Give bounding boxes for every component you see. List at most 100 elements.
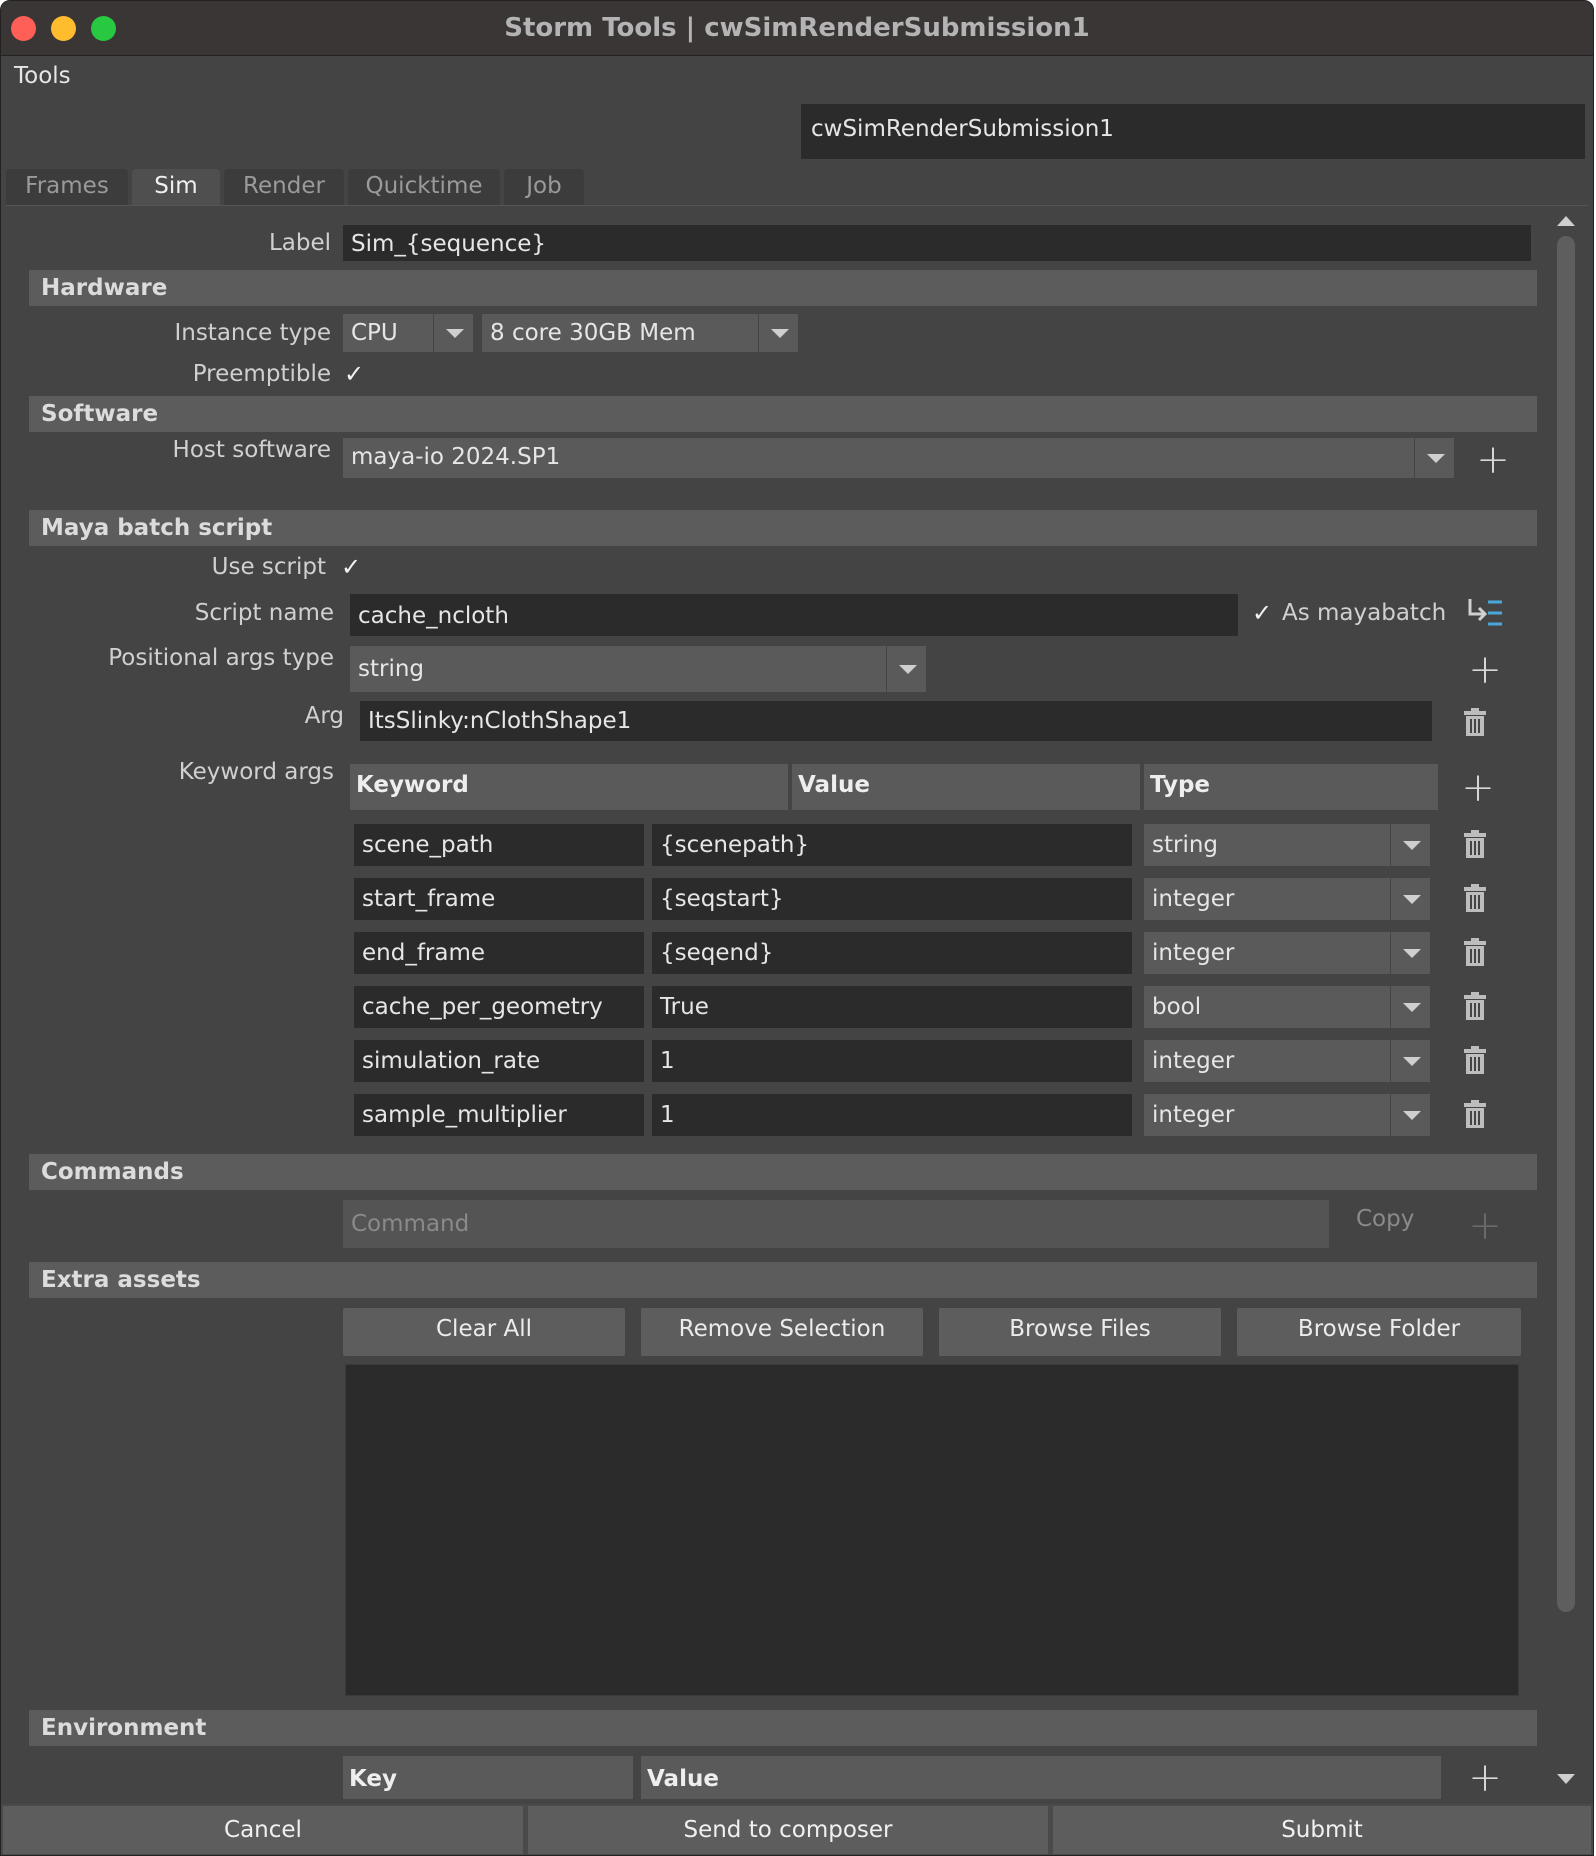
tab-quicktime[interactable]: Quicktime — [348, 169, 500, 205]
chevron-down-icon — [1390, 824, 1430, 866]
footer-bar: Cancel Send to composer Submit — [1, 1804, 1593, 1855]
commands-section-header[interactable]: Commands — [29, 1154, 1537, 1190]
tab-frames[interactable]: Frames — [6, 169, 128, 205]
type-select[interactable]: integer — [1144, 878, 1430, 920]
chevron-down-icon — [1390, 1094, 1430, 1136]
add-command-icon[interactable]: + — [1467, 1206, 1503, 1246]
arg-label: Arg — [304, 703, 344, 729]
keyword-column-header: Keyword — [350, 764, 788, 810]
keyword-input[interactable]: start_frame — [354, 878, 644, 920]
script-name-label: Script name — [194, 600, 334, 626]
value-input[interactable]: {scenepath} — [652, 824, 1132, 866]
keyword-input[interactable]: simulation_rate — [354, 1040, 644, 1082]
window-title: Storm Tools | cwSimRenderSubmission1 — [504, 13, 1090, 43]
type-select[interactable]: bool — [1144, 986, 1430, 1028]
node-name-field[interactable]: cwSimRenderSubmission1 — [801, 104, 1585, 159]
arg-input[interactable]: ItsSlinky:nClothShape1 — [360, 701, 1432, 741]
add-positional-arg-icon[interactable]: + — [1467, 650, 1503, 690]
instance-type-label: Instance type — [174, 320, 331, 346]
chevron-down-icon — [1390, 932, 1430, 974]
positional-args-type-value: string — [358, 656, 425, 682]
as-mayabatch-checkbox[interactable]: ✓ — [1250, 601, 1274, 626]
value-input[interactable]: 1 — [652, 1094, 1132, 1136]
keyword-input[interactable]: end_frame — [354, 932, 644, 974]
host-software-value: maya-io 2024.SP1 — [351, 444, 561, 470]
main-window: Storm Tools | cwSimRenderSubmission1 Too… — [0, 0, 1594, 1856]
add-host-software-icon[interactable]: + — [1475, 440, 1511, 480]
preemptible-checkbox[interactable]: ✓ — [342, 362, 366, 387]
value-input[interactable]: True — [652, 986, 1132, 1028]
menu-tools[interactable]: Tools — [14, 63, 71, 89]
copy-button[interactable]: Copy — [1356, 1206, 1414, 1232]
send-to-composer-button[interactable]: Send to composer — [528, 1806, 1048, 1854]
keyword-input[interactable]: scene_path — [354, 824, 644, 866]
machine-type-value: 8 core 30GB Mem — [490, 320, 696, 346]
hardware-section-header[interactable]: Hardware — [29, 270, 1537, 306]
tab-sim[interactable]: Sim — [132, 169, 220, 205]
delete-row-icon[interactable] — [1464, 1046, 1486, 1074]
delete-row-icon[interactable] — [1464, 830, 1486, 858]
delete-row-icon[interactable] — [1464, 938, 1486, 966]
menu-bar: Tools — [1, 57, 1593, 97]
chevron-down-icon — [886, 646, 926, 692]
delete-row-icon[interactable] — [1464, 1100, 1486, 1128]
delete-arg-icon[interactable] — [1464, 708, 1486, 736]
type-value: string — [1152, 832, 1219, 858]
tab-job[interactable]: Job — [504, 169, 584, 205]
software-section-header[interactable]: Software — [29, 396, 1537, 432]
browse-folder-button[interactable]: Browse Folder — [1237, 1308, 1521, 1356]
remove-selection-button[interactable]: Remove Selection — [641, 1308, 923, 1356]
type-value: bool — [1152, 994, 1202, 1020]
extra-assets-list[interactable] — [345, 1364, 1519, 1696]
title-bar: Storm Tools | cwSimRenderSubmission1 — [1, 1, 1593, 56]
value-input[interactable]: 1 — [652, 1040, 1132, 1082]
value-column-header: Value — [792, 764, 1140, 810]
host-software-label: Host software — [172, 437, 331, 463]
extra-assets-section-header[interactable]: Extra assets — [29, 1262, 1537, 1298]
scroll-down-icon[interactable] — [1557, 1774, 1575, 1784]
scrollbar-thumb[interactable] — [1557, 236, 1575, 1612]
chevron-down-icon — [1390, 986, 1430, 1028]
value-input[interactable]: {seqstart} — [652, 878, 1132, 920]
add-env-var-icon[interactable]: + — [1467, 1758, 1503, 1798]
type-select[interactable]: integer — [1144, 1094, 1430, 1136]
script-browse-icon[interactable] — [1466, 596, 1506, 630]
type-select[interactable]: integer — [1144, 1040, 1430, 1082]
sim-panel: Label Sim_{sequence} Hardware Instance t… — [6, 205, 1588, 1799]
chevron-down-icon — [1390, 1040, 1430, 1082]
host-software-select[interactable]: maya-io 2024.SP1 — [343, 438, 1454, 478]
browse-files-button[interactable]: Browse Files — [939, 1308, 1221, 1356]
environment-section-header[interactable]: Environment — [29, 1710, 1537, 1746]
delete-row-icon[interactable] — [1464, 992, 1486, 1020]
keyword-input[interactable]: sample_multiplier — [354, 1094, 644, 1136]
command-input[interactable]: Command — [343, 1200, 1329, 1248]
chevron-down-icon — [1414, 438, 1454, 478]
label-input[interactable]: Sim_{sequence} — [343, 225, 1531, 261]
cancel-button[interactable]: Cancel — [3, 1806, 523, 1854]
type-select[interactable]: string — [1144, 824, 1430, 866]
machine-type-select[interactable]: 8 core 30GB Mem — [482, 314, 798, 352]
delete-row-icon[interactable] — [1464, 884, 1486, 912]
type-column-header: Type — [1144, 764, 1438, 810]
scroll-up-icon[interactable] — [1557, 216, 1575, 226]
chevron-down-icon — [1390, 878, 1430, 920]
env-key-column-header: Key — [343, 1756, 633, 1799]
submit-button[interactable]: Submit — [1053, 1806, 1591, 1854]
use-script-label: Use script — [211, 554, 326, 580]
use-script-checkbox[interactable]: ✓ — [339, 555, 363, 580]
positional-args-type-select[interactable]: string — [350, 646, 926, 692]
chevron-down-icon — [758, 314, 798, 352]
add-keyword-arg-icon[interactable]: + — [1460, 768, 1496, 808]
tab-render[interactable]: Render — [224, 169, 344, 205]
script-name-input[interactable]: cache_ncloth — [350, 594, 1238, 636]
type-value: integer — [1152, 940, 1235, 966]
clear-all-button[interactable]: Clear All — [343, 1308, 625, 1356]
maya-batch-section-header[interactable]: Maya batch script — [29, 510, 1537, 546]
type-value: integer — [1152, 1102, 1235, 1128]
type-select[interactable]: integer — [1144, 932, 1430, 974]
instance-type-select[interactable]: CPU — [343, 314, 473, 352]
as-mayabatch-label: As mayabatch — [1282, 600, 1447, 626]
keyword-input[interactable]: cache_per_geometry — [354, 986, 644, 1028]
type-value: integer — [1152, 886, 1235, 912]
value-input[interactable]: {seqend} — [652, 932, 1132, 974]
